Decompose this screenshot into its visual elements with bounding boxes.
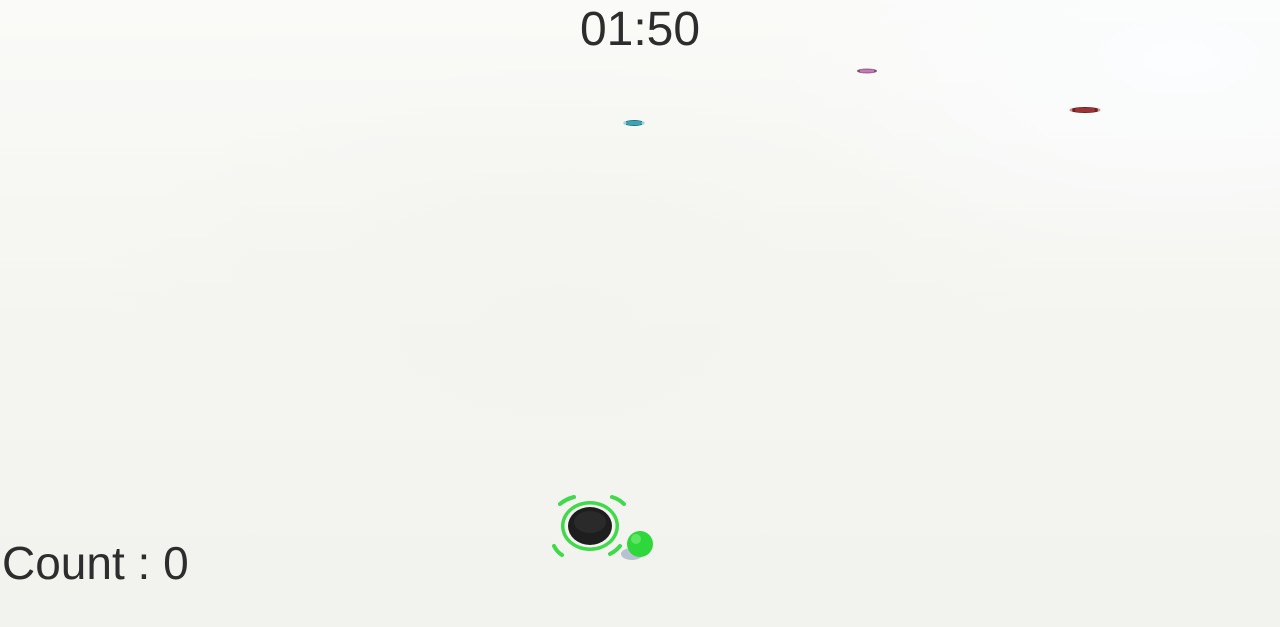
timer-display: 01:50 bbox=[579, 3, 701, 56]
pink-car-icon bbox=[857, 68, 877, 74]
player-hole[interactable] bbox=[548, 492, 664, 568]
game-scene[interactable]: 01:50 Count: 0 bbox=[0, 0, 1280, 627]
cyan-car-icon bbox=[623, 120, 645, 126]
count-display: Count : 0 bbox=[2, 537, 189, 589]
black-hole-icon bbox=[552, 495, 653, 560]
red-car-icon bbox=[1069, 107, 1101, 113]
